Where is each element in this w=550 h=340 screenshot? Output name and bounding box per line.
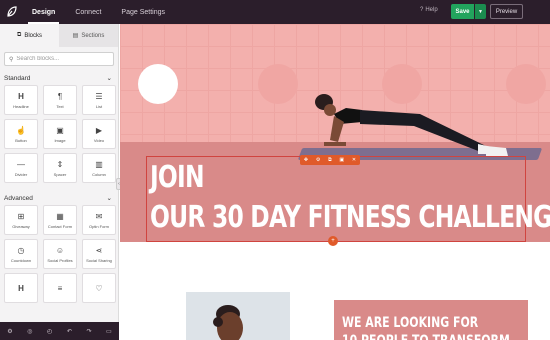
- block-headline[interactable]: H Headline: [4, 85, 38, 115]
- paragraph-icon: ¶: [57, 91, 63, 101]
- block-contact-form[interactable]: ▦ Contact Form: [43, 205, 77, 235]
- tab-page-settings[interactable]: Page Settings: [111, 0, 175, 24]
- block-social-profiles[interactable]: ☺ Social Profiles: [43, 239, 77, 269]
- history-icon[interactable]: ◴: [47, 328, 52, 335]
- tab-sections-label: Sections: [81, 32, 105, 39]
- column-icon: ▥: [95, 159, 103, 169]
- search-input[interactable]: [16, 56, 107, 62]
- advanced-blocks-grid: ⊞ Giveaway ▦ Contact Form ✉ Optin Form ◷ Cou…: [0, 205, 118, 303]
- woman-planking-image: [315, 94, 508, 156]
- standard-blocks-grid: H Headline ¶ Text ☰ List ☝ Button ▣ Image ▶ Vi…: [0, 85, 118, 183]
- save-button[interactable]: Save: [451, 4, 474, 19]
- tab-design[interactable]: Design: [22, 0, 65, 24]
- tab-blocks-label: Blocks: [24, 32, 42, 39]
- sidebar-tabs: ⧉ Blocks ▤ Sections: [0, 24, 118, 47]
- divider-icon: —: [17, 159, 25, 169]
- wall-circle-white: [138, 64, 178, 104]
- device-preview-icon[interactable]: ▭: [106, 328, 112, 335]
- block-divider[interactable]: — Divider: [4, 153, 38, 183]
- share-icon: ⋖: [95, 245, 103, 255]
- block-more-2[interactable]: ≡: [43, 273, 77, 303]
- heart-icon: ♡: [95, 283, 103, 293]
- redo-icon[interactable]: ↷: [86, 328, 91, 335]
- headline-line-1: JOIN: [150, 160, 205, 195]
- promo-line-2: 10 PEOPLE TO TRANSFORM: [342, 332, 510, 340]
- list-icon: ☰: [95, 91, 103, 101]
- block-button[interactable]: ☝ Button: [4, 119, 38, 149]
- image-icon: ▣: [56, 125, 64, 135]
- envelope-icon: ✉: [95, 211, 103, 221]
- block-more-1[interactable]: H: [4, 273, 38, 303]
- block-list[interactable]: ☰ List: [82, 85, 116, 115]
- advanced-section-header[interactable]: Advanced ⌄: [0, 191, 118, 205]
- form-icon: ▦: [56, 211, 64, 221]
- settings-gear-icon[interactable]: ⚙: [7, 328, 12, 335]
- hero-section[interactable]: ✥ ⚙ ⧉ ▣ ✕ JOIN OUR 30 DAY FITNESS CHALLE…: [120, 24, 550, 242]
- chevron-down-icon: ⌄: [106, 195, 112, 202]
- block-column[interactable]: ▥ Column: [82, 153, 116, 183]
- woman-portrait-image: [186, 292, 290, 340]
- save-options-chevron-down-icon[interactable]: ▼: [475, 4, 486, 19]
- tab-connect[interactable]: Connect: [65, 0, 111, 24]
- standard-section-title: Standard: [4, 74, 31, 82]
- heading-icon: H: [18, 91, 24, 101]
- portrait-image[interactable]: [186, 292, 290, 340]
- chevron-down-icon: ⌄: [106, 75, 112, 82]
- help-label: Help: [425, 7, 438, 13]
- spacer-icon: ⇕: [56, 159, 64, 169]
- page-canvas: ✥ ⚙ ⧉ ▣ ✕ JOIN OUR 30 DAY FITNESS CHALLE…: [120, 24, 550, 340]
- help-link[interactable]: ? Help: [420, 7, 438, 13]
- sections-icon: ▤: [72, 33, 79, 39]
- block-text[interactable]: ¶ Text: [43, 85, 77, 115]
- bottom-toolbar: ⚙ ◎ ◴ ↶ ↷ ▭: [0, 322, 119, 340]
- search-icon: ⚲: [9, 56, 14, 63]
- standard-section-header[interactable]: Standard ⌄: [0, 71, 118, 85]
- promo-line-1: WE ARE LOOKING FOR: [342, 315, 479, 331]
- gift-icon: ⊞: [17, 211, 25, 221]
- promo-text: WE ARE LOOKING FOR 10 PEOPLE TO TRANSFOR…: [342, 314, 510, 340]
- block-spacer[interactable]: ⇕ Spacer: [43, 153, 77, 183]
- block-countdown[interactable]: ◷ Countdown: [4, 239, 38, 269]
- tab-blocks[interactable]: ⧉ Blocks: [0, 24, 59, 47]
- list-icon: ≡: [57, 283, 63, 293]
- block-image[interactable]: ▣ Image: [43, 119, 77, 149]
- blocks-sidebar: ⧉ Blocks ▤ Sections ⚲ Standard ⌄ HHeadli…: [0, 24, 119, 322]
- undo-icon[interactable]: ↶: [67, 328, 72, 335]
- advanced-section-title: Advanced: [4, 194, 33, 202]
- block-social-sharing[interactable]: ⋖ Social Sharing: [82, 239, 116, 269]
- clock-icon: ◷: [17, 245, 25, 255]
- pointer-icon: ☝: [16, 125, 26, 135]
- block-optin-form[interactable]: ✉ Optin Form: [82, 205, 116, 235]
- blocks-icon: ⧉: [17, 32, 22, 38]
- help-icon: ?: [420, 7, 424, 13]
- preview-button[interactable]: Preview: [490, 4, 523, 19]
- layers-icon[interactable]: ◎: [27, 328, 32, 335]
- headline-line-2: OUR 30 DAY FITNESS CHALLENGE: [150, 200, 550, 235]
- block-giveaway[interactable]: ⊞ Giveaway: [4, 205, 38, 235]
- block-video[interactable]: ▶ Video: [82, 119, 116, 149]
- video-icon: ▶: [95, 125, 103, 135]
- search-box: ⚲: [4, 52, 114, 66]
- add-block-plus-icon[interactable]: +: [328, 236, 338, 246]
- block-more-3[interactable]: ♡: [82, 273, 116, 303]
- seedprod-logo-icon[interactable]: [0, 0, 22, 24]
- wall-circle: [258, 64, 298, 104]
- promo-box[interactable]: WE ARE LOOKING FOR 10 PEOPLE TO TRANSFOR…: [334, 300, 528, 340]
- heading-icon: H: [18, 283, 24, 293]
- hero-headline[interactable]: JOIN OUR 30 DAY FITNESS CHALLENGE: [150, 158, 550, 238]
- users-icon: ☺: [55, 245, 65, 255]
- tab-sections[interactable]: ▤ Sections: [59, 24, 118, 47]
